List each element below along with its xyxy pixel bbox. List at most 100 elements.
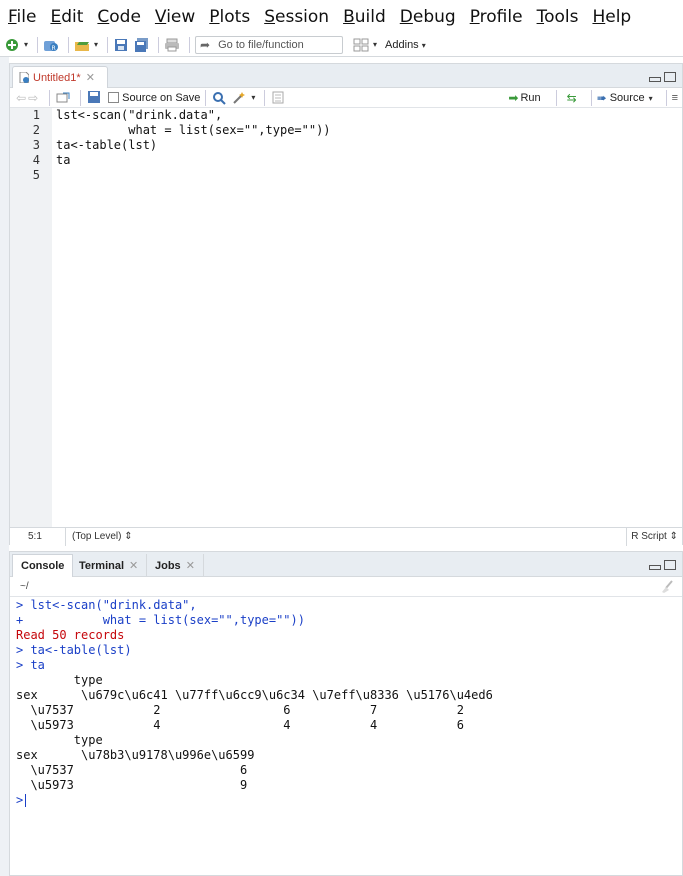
find-replace-icon[interactable] xyxy=(211,90,227,106)
scope-selector[interactable]: (Top Level) ⇕ xyxy=(66,531,133,542)
close-jobs-icon[interactable]: ✕ xyxy=(186,559,195,572)
code-editor[interactable]: lst<-scan("drink.data", what = list(sex=… xyxy=(56,108,676,527)
goto-arrow-icon: ➦ xyxy=(200,37,211,52)
tab-terminal[interactable]: Terminal ✕ xyxy=(71,554,148,577)
working-directory: ~/ xyxy=(10,577,682,597)
menu-debug[interactable]: Debug xyxy=(400,7,456,27)
cursor-position: 5:1 xyxy=(10,527,66,546)
toolbar-divider xyxy=(37,36,39,53)
source-arrow-icon: ➠ xyxy=(596,91,607,105)
menu-tools[interactable]: Tools xyxy=(537,7,579,27)
menu-plots[interactable]: Plots xyxy=(209,7,250,27)
editor-toolbar-right: ➡ Run ⇆ ➠ Source ▾ ≡ xyxy=(508,88,678,108)
run-arrow-icon: ➡ xyxy=(508,91,519,105)
toolbar-divider xyxy=(68,36,70,53)
source-on-save-checkbox[interactable] xyxy=(108,92,120,103)
maximize-console-icon[interactable] xyxy=(664,560,676,570)
menu-help[interactable]: Help xyxy=(592,7,631,27)
console-pane: Console Terminal ✕ Jobs ✕ ~/ > lst<-scan("… xyxy=(9,551,683,876)
line-number: 1 xyxy=(32,108,40,122)
code-tools-wand-icon[interactable] xyxy=(231,90,247,106)
console-prompt[interactable]: > xyxy=(16,793,676,808)
line-number: 2 xyxy=(32,123,40,137)
menu-code[interactable]: Code xyxy=(97,7,141,27)
show-in-window-icon[interactable] xyxy=(55,90,71,106)
line-number: 3 xyxy=(32,138,40,152)
save-all-icon[interactable] xyxy=(133,37,149,53)
menu-file[interactable]: File xyxy=(8,7,36,27)
source-button[interactable]: ➠ Source xyxy=(597,91,645,105)
main-toolbar: ▾ R ▾ ➦ Go to file/function ▾ Addins ▾ xyxy=(0,33,683,57)
editor-save-icon[interactable] xyxy=(86,90,102,106)
editor-pane-controls xyxy=(649,72,676,82)
toolbar-divider xyxy=(49,89,51,106)
code-line: lst<-scan("drink.data", xyxy=(56,108,223,122)
editor-toolbar: ⇦ ⇨ Source on Save ▾ ➡ Run ⇆ ➠ Source ▾ … xyxy=(10,88,682,108)
forward-arrow-icon[interactable]: ⇨ xyxy=(28,91,38,105)
minimize-pane-icon[interactable] xyxy=(649,77,661,82)
console-line: type xyxy=(16,673,103,687)
file-icon xyxy=(19,72,29,83)
tab-console[interactable]: Console xyxy=(12,554,74,577)
tab-title: Untitled1* xyxy=(33,71,81,84)
console-line: \u5973 4 4 4 6 xyxy=(16,718,464,732)
toolbar-divider xyxy=(264,89,266,106)
rerun-icon[interactable]: ⇆ xyxy=(562,90,582,106)
open-file-dropdown-icon[interactable]: ▾ xyxy=(94,40,98,49)
toolbar-divider xyxy=(665,90,667,106)
console-line: > lst<-scan("drink.data", xyxy=(16,598,197,612)
menu-build[interactable]: Build xyxy=(343,7,386,27)
toolbar-divider xyxy=(80,89,82,106)
menu-session[interactable]: Session xyxy=(264,7,329,27)
file-type-selector[interactable]: R Script ⇕ xyxy=(626,528,682,546)
open-file-icon[interactable] xyxy=(74,37,90,53)
new-file-dropdown-icon[interactable]: ▾ xyxy=(24,40,28,49)
source-dropdown-icon[interactable]: ▾ xyxy=(649,94,653,103)
document-outline-icon[interactable]: ≡ xyxy=(672,92,678,104)
console-line: \u7537 2 6 7 2 xyxy=(16,703,464,717)
goto-file-function-input[interactable]: ➦ Go to file/function xyxy=(195,35,344,54)
toolbar-divider xyxy=(590,90,592,106)
run-button[interactable]: ➡ Run xyxy=(508,91,540,105)
toolbar-divider xyxy=(158,36,160,53)
print-icon[interactable] xyxy=(164,37,180,53)
left-border-strip xyxy=(0,57,9,876)
back-arrow-icon[interactable]: ⇦ xyxy=(16,91,26,105)
console-output[interactable]: > lst<-scan("drink.data", + what = list(s… xyxy=(16,598,676,808)
console-line: sex \u679c\u6c41 \u77ff\u6cc9\u6c34 \u7e… xyxy=(16,688,493,702)
pane-layout-dropdown-icon[interactable]: ▾ xyxy=(373,40,377,49)
menu-edit[interactable]: Edit xyxy=(50,7,83,27)
tab-jobs[interactable]: Jobs ✕ xyxy=(147,554,204,577)
addins-button[interactable]: Addins ▾ xyxy=(385,39,430,51)
compile-report-icon[interactable] xyxy=(270,90,286,106)
close-tab-icon[interactable]: ✕ xyxy=(86,71,95,84)
menu-bar: File Edit Code View Plots Session Build Debug Pr… xyxy=(0,0,683,34)
save-icon[interactable] xyxy=(113,37,129,53)
pane-layout-icon[interactable] xyxy=(353,37,369,53)
console-line: \u7537 6 xyxy=(16,763,248,777)
maximize-pane-icon[interactable] xyxy=(664,72,676,82)
prompt-symbol: > xyxy=(16,793,24,807)
console-pane-controls xyxy=(649,560,676,570)
code-line: ta xyxy=(56,153,71,167)
toolbar-divider xyxy=(107,36,109,53)
menu-profile[interactable]: Profile xyxy=(470,7,523,27)
tab-untitled1[interactable]: Untitled1* ✕ xyxy=(12,66,108,88)
new-file-icon[interactable] xyxy=(4,37,20,53)
editor-status-bar: 5:1 (Top Level) ⇕ R Script ⇕ xyxy=(10,527,682,546)
console-line: + what = list(sex="",type="")) xyxy=(16,613,305,627)
menu-view[interactable]: View xyxy=(155,7,195,27)
console-tab-bar: Console Terminal ✕ Jobs ✕ xyxy=(10,552,682,577)
toolbar-divider xyxy=(555,90,557,106)
minimize-console-icon[interactable] xyxy=(649,565,661,570)
line-number-gutter: 12345 xyxy=(10,108,52,527)
new-project-icon[interactable]: R xyxy=(43,37,59,53)
svg-text:R: R xyxy=(52,45,56,52)
code-tools-dropdown-icon[interactable]: ▾ xyxy=(251,93,255,102)
console-line: type xyxy=(16,733,103,747)
editor-tab-bar: Untitled1* ✕ xyxy=(10,64,682,88)
close-terminal-icon[interactable]: ✕ xyxy=(129,559,138,572)
code-line: ta<-table(lst) xyxy=(56,138,158,152)
code-line: what = list(sex="",type="")) xyxy=(56,123,331,137)
